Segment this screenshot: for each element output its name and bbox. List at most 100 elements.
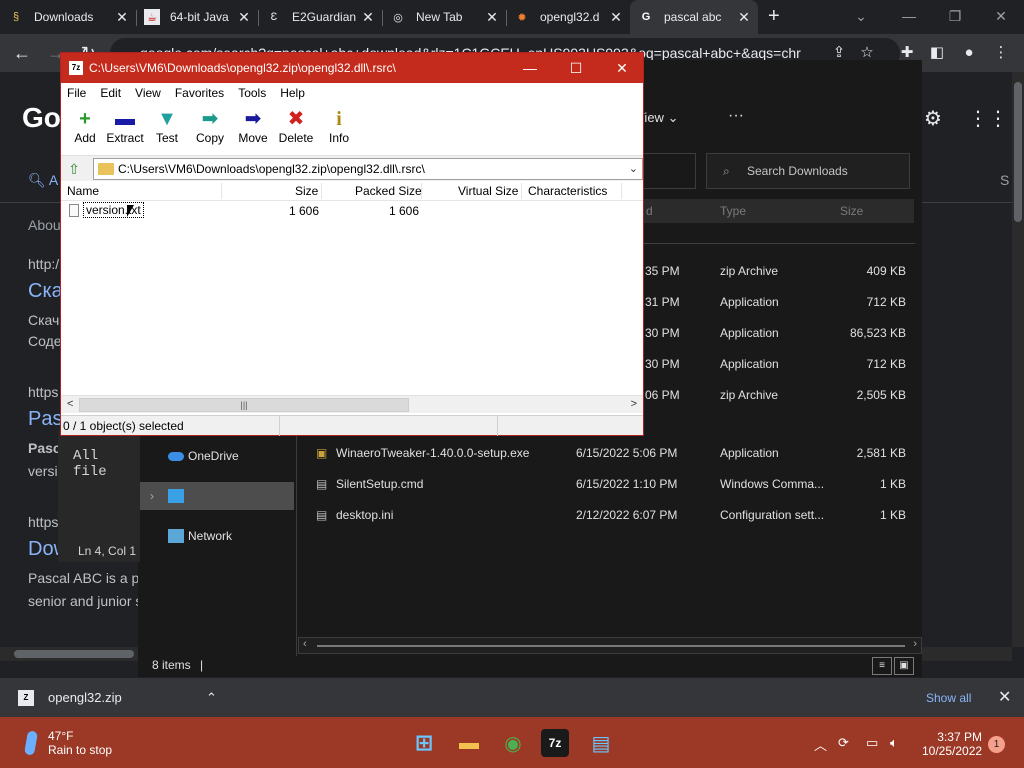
- tiles-view-icon[interactable]: ▣: [894, 657, 914, 675]
- tab-search-icon[interactable]: ⌄: [838, 2, 884, 30]
- col-packed-header[interactable]: Packed Size: [355, 184, 422, 198]
- close-icon[interactable]: ✕: [599, 53, 645, 83]
- page-scrollbar[interactable]: [1012, 72, 1024, 647]
- nav-item-onedrive[interactable]: OneDrive: [140, 442, 294, 470]
- file-row[interactable]: ▤ SilentSetup.cmd 6/15/2022 1:10 PM Wind…: [298, 469, 910, 500]
- side-panel-icon[interactable]: ◧: [926, 42, 948, 64]
- back-icon[interactable]: ←: [10, 41, 34, 65]
- 7zip-taskbar-icon[interactable]: 7z: [541, 729, 569, 757]
- path-combobox[interactable]: C:\Users\VM6\Downloads\opengl32.zip\open…: [93, 158, 643, 180]
- tab-close-icon[interactable]: ✕: [360, 9, 376, 26]
- menu-edit[interactable]: Edit: [100, 83, 121, 103]
- scrollbar-thumb[interactable]: [14, 650, 134, 658]
- result-snippet: Соде: [28, 333, 62, 349]
- clock[interactable]: 3:37 PM 10/25/2022: [922, 730, 982, 758]
- tab-close-icon[interactable]: ✕: [114, 9, 130, 26]
- column-separator[interactable]: [621, 183, 622, 199]
- notepad-text[interactable]: All file: [73, 448, 140, 480]
- minimize-icon[interactable]: —: [507, 53, 553, 83]
- tab-new-tab[interactable]: ◎ New Tab ✕: [382, 0, 506, 34]
- tab-close-icon[interactable]: ✕: [736, 9, 752, 26]
- column-separator[interactable]: [421, 183, 422, 199]
- close-icon[interactable]: ✕: [978, 2, 1024, 30]
- download-item[interactable]: Z opengl32.zip: [18, 686, 122, 710]
- copy-button[interactable]: ➡ Copy: [186, 107, 234, 145]
- weather-widget[interactable]: 47°F Rain to stop: [20, 729, 112, 757]
- column-separator[interactable]: [321, 183, 322, 199]
- maximize-icon[interactable]: ☐: [553, 53, 599, 83]
- col-size-header[interactable]: Size: [295, 184, 318, 198]
- col-type-header[interactable]: Type: [720, 204, 746, 218]
- minimize-icon[interactable]: —: [886, 2, 932, 30]
- tab-java[interactable]: ☕ 64-bit Java ✕: [136, 0, 258, 34]
- windows-start-icon[interactable]: ⊞: [410, 729, 438, 757]
- menu-view[interactable]: View: [135, 83, 161, 103]
- col-date-header[interactable]: d: [646, 204, 653, 218]
- 7zip-titlebar[interactable]: 7z C:\Users\VM6\Downloads\opengl32.zip\o…: [61, 53, 643, 83]
- column-separator[interactable]: [521, 183, 522, 199]
- close-icon[interactable]: ✕: [998, 686, 1011, 710]
- nav-item-network[interactable]: Network: [140, 522, 294, 550]
- refresh-area[interactable]: [643, 153, 696, 189]
- google-logo[interactable]: Go: [22, 102, 61, 134]
- scroll-right-icon[interactable]: >: [631, 398, 637, 410]
- volume-icon[interactable]: 🔈︎: [890, 735, 898, 751]
- tab-e2guardian[interactable]: Ɛ E2Guardian ✕: [258, 0, 382, 34]
- folder-up-icon[interactable]: ⇧: [65, 160, 83, 178]
- extract-button[interactable]: ▬ Extract: [101, 107, 149, 145]
- chevron-up-icon[interactable]: ⌃: [206, 686, 217, 710]
- show-all-link[interactable]: Show all: [926, 686, 971, 710]
- move-button[interactable]: ➡ Move: [229, 107, 277, 145]
- new-tab-icon[interactable]: +: [768, 5, 788, 28]
- scrollbar-thumb[interactable]: [1014, 82, 1022, 222]
- tray-chevron-up-icon[interactable]: ︿: [814, 735, 827, 754]
- chrome-icon[interactable]: ◉: [499, 729, 527, 757]
- scrollbar-thumb[interactable]: |||: [79, 398, 409, 412]
- details-view-icon[interactable]: ≡: [872, 657, 892, 675]
- file-row[interactable]: ▤ desktop.ini 2/12/2022 6:07 PM Configur…: [298, 500, 910, 531]
- apps-grid-icon[interactable]: ⋮⋮: [968, 108, 1008, 130]
- col-virtual-header[interactable]: Virtual Size: [458, 184, 518, 198]
- nav-item-this-pc[interactable]: ›: [140, 482, 294, 510]
- menu-file[interactable]: File: [67, 83, 86, 103]
- tab-close-icon[interactable]: ✕: [236, 9, 252, 26]
- menu-tools[interactable]: Tools: [238, 83, 266, 103]
- column-separator[interactable]: [221, 183, 222, 199]
- notepad-icon[interactable]: ▤: [587, 729, 615, 757]
- list-horizontal-scrollbar[interactable]: < ||| >: [61, 395, 643, 413]
- settings-gear-icon[interactable]: ⚙: [922, 108, 944, 130]
- network-tray-icon[interactable]: ▭: [866, 735, 878, 751]
- chevron-right-icon[interactable]: ›: [150, 482, 154, 510]
- delete-button[interactable]: ✖ Delete: [272, 107, 320, 145]
- search-downloads-input[interactable]: ⌕ Search Downloads: [706, 153, 910, 189]
- tools-fragment[interactable]: S: [1000, 172, 1009, 188]
- tab-downloads[interactable]: § Downloads ✕: [0, 0, 136, 34]
- maximize-icon[interactable]: ❐: [932, 2, 978, 30]
- list-item[interactable]: version.txt 1 606 1 606: [61, 201, 643, 221]
- col-name-header[interactable]: Name: [67, 184, 99, 198]
- tab-opengl[interactable]: ✹ opengl32.d ✕: [506, 0, 630, 34]
- tab-close-icon[interactable]: ✕: [608, 9, 624, 26]
- scroll-left-icon[interactable]: <: [67, 398, 73, 410]
- file-explorer-icon[interactable]: ▬: [455, 729, 483, 757]
- notification-badge[interactable]: 1: [988, 736, 1005, 753]
- menu-favorites[interactable]: Favorites: [175, 83, 224, 103]
- profile-icon[interactable]: ●: [958, 42, 980, 64]
- info-button[interactable]: i Info: [315, 107, 363, 145]
- tab-close-icon[interactable]: ✕: [484, 9, 500, 26]
- menu-icon[interactable]: ⋮: [990, 42, 1012, 64]
- chevron-down-icon[interactable]: ⌄: [629, 159, 638, 179]
- scroll-left-icon[interactable]: ‹: [303, 638, 307, 650]
- tab-pascal-abc[interactable]: G pascal abc ✕: [630, 0, 758, 34]
- more-options-icon[interactable]: ···: [728, 107, 744, 125]
- scrollbar-thumb[interactable]: [317, 645, 905, 647]
- explorer-horizontal-scrollbar[interactable]: ‹ ›: [298, 637, 922, 654]
- sync-icon[interactable]: ⟳: [838, 735, 849, 751]
- scroll-right-icon[interactable]: ›: [913, 638, 917, 650]
- test-button[interactable]: ▼ Test: [143, 107, 191, 145]
- menu-help[interactable]: Help: [280, 83, 305, 103]
- file-row[interactable]: ▣ WinaeroTweaker-1.40.0.0-setup.exe 6/15…: [298, 438, 910, 469]
- search-tab-all[interactable]: 🔍︎ A: [28, 172, 58, 189]
- col-characteristics-header[interactable]: Characteristics: [528, 184, 607, 198]
- col-size-header[interactable]: Size: [840, 204, 863, 218]
